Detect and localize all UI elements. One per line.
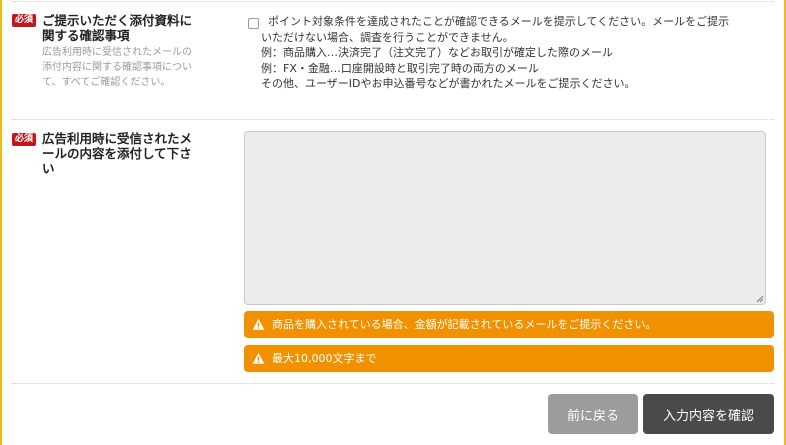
resize-grip-icon[interactable]	[756, 295, 764, 303]
notice-text: 商品を購入されている場合、金額が記載されているメールをご提示ください。	[272, 318, 657, 331]
consent-line: ポイント対象条件を達成されたことが確認できるメールを提示してください。メールをご…	[268, 15, 730, 28]
notice-amount: 商品を購入されている場合、金額が記載されているメールをご提示ください。	[244, 311, 774, 338]
consent-checkbox[interactable]	[248, 18, 259, 29]
warning-icon	[252, 318, 265, 330]
field-help-text: 広告利用時に受信されたメールの 添付内容に関する確認事項につい て、すべてご確認…	[42, 45, 192, 90]
back-button[interactable]: 前に戻る	[548, 394, 638, 434]
help-text-line: 添付内容に関する確認事項につい	[42, 62, 192, 73]
warning-icon	[252, 352, 265, 364]
required-badge: 必須	[12, 133, 37, 146]
consent-line: いただけない場合、調査を行うことができません。	[261, 30, 514, 44]
help-text-line: 広告利用時に受信されたメールの	[42, 47, 192, 58]
required-badge: 必須	[12, 14, 37, 27]
frame-border-left	[0, 0, 2, 445]
mail-content-textarea[interactable]	[244, 131, 766, 305]
field-label-line: い	[42, 161, 55, 176]
confirm-button[interactable]: 入力内容を確認	[643, 394, 774, 434]
top-divider	[12, 1, 774, 2]
field-label-mail-content: 広告利用時に受信されたメ ールの内容を添付して下さ い	[42, 131, 192, 176]
section-divider	[12, 119, 774, 120]
consent-text: ポイント対象条件を達成されたことが確認できるメールを提示してください。メールをご…	[261, 14, 729, 92]
help-text-line: て、すべてご確認ください。	[42, 77, 171, 88]
field-label-line: ールの内容を添付して下さ	[42, 146, 192, 161]
notice-char-limit: 最大10,000文字まで	[244, 345, 774, 372]
field-label-attachment-check: ご提示いただく添付資料に 関する確認事項	[42, 13, 192, 43]
consent-line: その他、ユーザーIDやお申込番号などが書かれたメールをご提示ください。	[261, 77, 636, 90]
bottom-divider	[12, 383, 774, 384]
notice-text: 最大10,000文字まで	[272, 352, 377, 365]
consent-line: 例：FX・金融…口座開設時と取引完了時の両方のメール	[261, 61, 539, 75]
consent-line: 例：商品購入…決済完了（注文完了）などお取引が確定した際のメール	[261, 46, 613, 59]
field-label-line: 関する確認事項	[42, 28, 130, 43]
field-label-line: 広告利用時に受信されたメ	[42, 131, 193, 146]
field-label-line: ご提示いただく添付資料に	[42, 13, 193, 28]
